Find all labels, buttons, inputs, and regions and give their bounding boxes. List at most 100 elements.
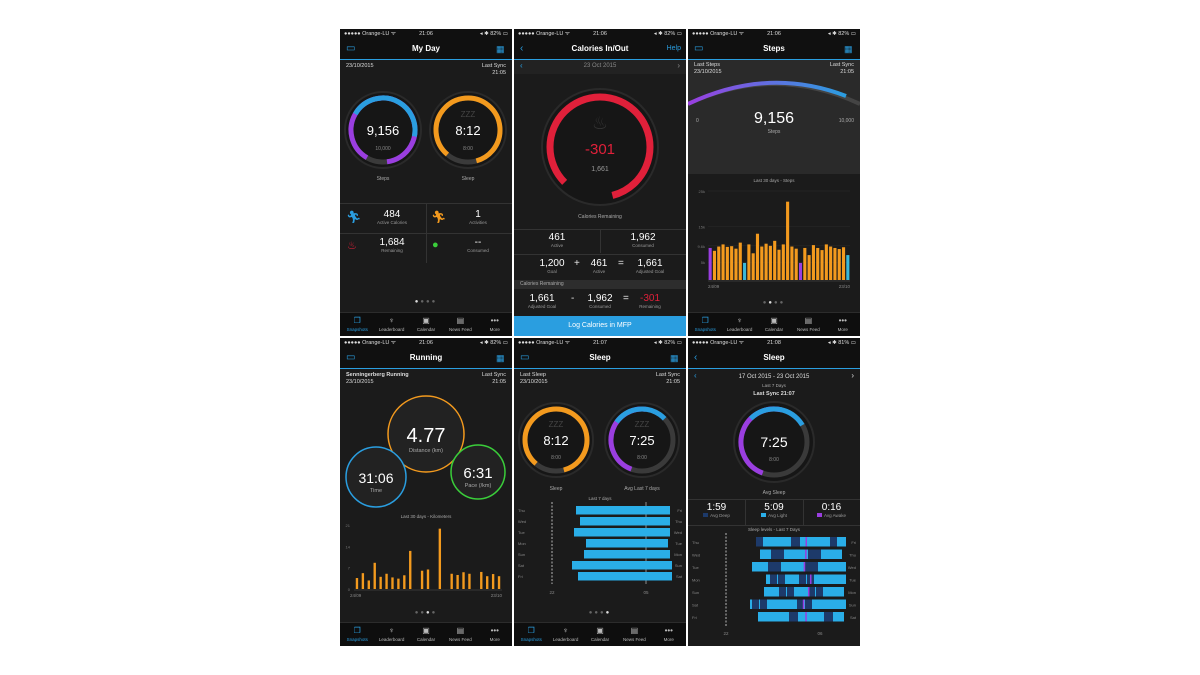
sleep-bar <box>586 539 668 548</box>
flame-icon: ♨ <box>347 240 357 252</box>
more-icon: ••• <box>490 626 499 635</box>
day-label-right: Sat <box>850 615 857 620</box>
avg-sleep-ring[interactable]: ZZZ 7:25 8:00 Avg Last 7 days <box>599 397 685 492</box>
day-label: Sun <box>692 590 699 595</box>
time-bubble[interactable]: 31:06 Time <box>345 446 407 508</box>
sleep-ring[interactable]: ZZZ 8:12 8:00 Sleep <box>514 396 600 492</box>
bar <box>450 573 453 589</box>
remaining-stat[interactable]: 1,684 Remaining <box>362 237 422 253</box>
activity-name: Senningerberg Running <box>346 372 409 378</box>
tab-snapshots[interactable]: ❐ Snapshots <box>514 623 548 646</box>
section-title: Calories Remaining <box>520 281 564 287</box>
deep-segment <box>805 562 812 572</box>
y-tick-label: 9.6k <box>697 244 705 249</box>
calorie-ring[interactable]: ♨ -301 1,661 Calories Remaining <box>514 77 686 227</box>
status-bar: ●●●●● Orange-LU ᯤ 21:07 ◂ ✱ 82% ▭ <box>514 338 686 348</box>
run-bubbles: 4.77 Distance (km) 31:06 Time 6:31 Pace … <box>345 395 506 508</box>
news-icon: ▤ <box>456 316 465 325</box>
avg-sleep-ring[interactable]: 7:25 8:00 Avg Sleep <box>688 398 860 498</box>
arc-max: 10,000 <box>839 118 855 124</box>
tab-news-feed[interactable]: ▤ News Feed <box>617 623 651 646</box>
bar <box>391 577 394 589</box>
bar <box>379 576 382 589</box>
last-sync-time: 21:05 <box>492 379 506 385</box>
svg-text:Distance (km): Distance (km) <box>409 448 443 454</box>
date-text: 23/10/2015 <box>346 379 374 385</box>
last-steps-label: Last Steps <box>694 62 720 68</box>
bar <box>468 573 471 589</box>
bar <box>790 246 794 280</box>
tab-calendar[interactable]: ▣ Calendar <box>409 313 443 336</box>
activities-stat[interactable]: 1 Activities <box>448 209 508 225</box>
last-sync: Last Sync 21:07 <box>753 391 795 397</box>
sleep-bar <box>574 528 670 537</box>
tab-snapshots[interactable]: ❐ Snapshots <box>340 623 374 646</box>
bar <box>480 571 483 589</box>
svg-text:7:25: 7:25 <box>629 433 654 448</box>
deep-segment <box>770 574 777 584</box>
sleep-levels-chart: Thu Fri Wed Thu Tue Wed Mon Tue Sun Mon Sat Sun Fri S… <box>692 533 857 636</box>
tab-leaderboard[interactable]: ♆ Leaderboard <box>548 623 582 646</box>
sleep-bar <box>584 550 670 559</box>
tab-more[interactable]: ••• More <box>478 623 512 646</box>
page-dots: ●●●● <box>414 299 438 305</box>
page-dots: ●●●● <box>414 610 438 616</box>
day-label-right: Thu <box>849 553 856 558</box>
section-header: Calories Remaining <box>514 280 686 289</box>
tab-more[interactable]: ••• More <box>826 313 860 336</box>
day-label: Sat <box>692 603 699 608</box>
log-calories-button[interactable]: Log Calories in MFP <box>514 316 686 336</box>
bar <box>743 262 747 280</box>
sleep-7day-chart: Thu Fri Wed Thu Tue Wed Mon Tue Sun Mon Sat Sun Fri S… <box>518 502 683 595</box>
tab-news-feed[interactable]: ▤ News Feed <box>791 313 825 336</box>
laurel-icon: ♆ <box>562 626 569 635</box>
arc-min: 0 <box>696 118 699 124</box>
tab-calendar[interactable]: ▣ Calendar <box>409 623 443 646</box>
pace-bubble[interactable]: 6:31 Pace (/km) <box>450 444 506 500</box>
tab-snapshots[interactable]: ❐ Snapshots <box>340 313 374 336</box>
bar <box>373 562 376 589</box>
grid-icon[interactable]: ▦ <box>844 44 854 54</box>
calendar-icon: ▣ <box>422 316 430 325</box>
tab-calendar[interactable]: ▣ Calendar <box>757 313 791 336</box>
tab-snapshots[interactable]: ❐ Snapshots <box>688 313 722 336</box>
tab-calendar[interactable]: ▣ Calendar <box>583 623 617 646</box>
tab-news-feed[interactable]: ▤ News Feed <box>443 313 477 336</box>
day-label-right: Fri <box>677 508 682 513</box>
svg-text:7:25: 7:25 <box>760 434 787 450</box>
date-text: 23 Oct 2015 <box>583 63 617 69</box>
active-calories-stat[interactable]: 484 Active Calories <box>362 209 422 225</box>
sleep-bar <box>580 517 670 526</box>
grid-icon[interactable]: ▦ <box>496 353 506 363</box>
bar <box>708 247 712 280</box>
last-sync-time: 21:05 <box>492 70 506 76</box>
y-tick-label: 15k <box>699 225 705 230</box>
avg-light-stat: 5:09 Avg Light <box>745 502 803 518</box>
grid-icon[interactable]: ▦ <box>670 353 680 363</box>
next-icon[interactable]: › <box>851 371 854 380</box>
bar <box>361 573 365 589</box>
steps-value: 9,156 <box>754 110 794 127</box>
next-icon[interactable]: › <box>677 61 680 70</box>
help-link[interactable]: Help <box>667 39 681 59</box>
bar <box>846 255 850 280</box>
day-label: Fri <box>518 574 523 579</box>
grid-icon[interactable]: ▦ <box>496 44 506 54</box>
bar <box>491 574 495 589</box>
light-segment <box>764 587 844 597</box>
tab-news-feed[interactable]: ▤ News Feed <box>443 623 477 646</box>
flame-icon: ♨ <box>592 113 608 133</box>
avg-deep-stat: 1:59 Avg Deep <box>688 502 745 518</box>
steps-ring[interactable]: 9,156 10,000 <box>340 86 427 173</box>
deep-segment <box>774 562 781 572</box>
tab-leaderboard[interactable]: ♆ Leaderboard <box>722 313 756 336</box>
bar <box>397 578 400 589</box>
tab-leaderboard[interactable]: ♆ Leaderboard <box>374 623 408 646</box>
tab-more[interactable]: ••• More <box>478 313 512 336</box>
tab-more[interactable]: ••• More <box>652 623 686 646</box>
tab-leaderboard[interactable]: ♆ Leaderboard <box>374 313 408 336</box>
consumed-stat[interactable]: -- Consumed <box>448 237 508 253</box>
svg-text:31:06: 31:06 <box>358 470 393 486</box>
sleep-ring[interactable]: ZZZ 8:12 8:00 <box>423 85 512 175</box>
tab-bar: ❐ Snapshots ♆ Leaderboard ▣ Calendar ▤ News … <box>340 312 512 336</box>
